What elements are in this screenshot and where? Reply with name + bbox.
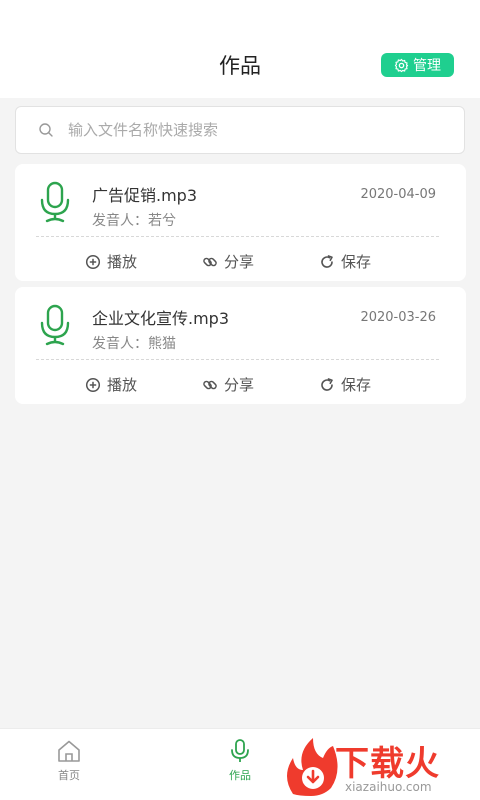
- link-icon: [203, 257, 217, 266]
- save-label: 保存: [341, 376, 372, 394]
- work-speaker: 发音人：若兮: [92, 213, 176, 229]
- header: 作品 管理: [0, 0, 480, 98]
- search-input[interactable]: [68, 121, 428, 139]
- share-label: 分享: [224, 376, 255, 394]
- manage-label: 管理: [413, 58, 441, 74]
- work-date: 2020-04-09: [360, 187, 436, 202]
- tab-works[interactable]: 作品: [210, 739, 270, 783]
- divider: [36, 236, 439, 237]
- work-card[interactable]: 企业文化宣传.mp3 2020-03-26 发音人：熊猫 播放 分享 保存: [15, 287, 466, 404]
- play-label: 播放: [107, 253, 138, 271]
- watermark-url: xiazaihuo.com: [345, 780, 432, 794]
- play-button[interactable]: 播放: [85, 251, 137, 272]
- work-card[interactable]: 广告促销.mp3 2020-04-09 发音人：若兮 播放 分享 保存: [15, 164, 466, 281]
- tab-home-label: 首页: [58, 769, 80, 782]
- tab-home[interactable]: 首页: [39, 739, 99, 783]
- share-label: 分享: [224, 253, 255, 271]
- watermark-logo: 下载火 xiazaihuo.com: [283, 736, 480, 800]
- work-name: 企业文化宣传.mp3: [92, 309, 230, 328]
- watermark-text: 下载火: [335, 744, 440, 784]
- divider: [36, 359, 439, 360]
- plus-circle-icon: [85, 377, 101, 392]
- work-name: 广告促销.mp3: [92, 186, 198, 205]
- work-speaker: 发音人：熊猫: [92, 336, 176, 352]
- play-label: 播放: [107, 376, 138, 394]
- save-button[interactable]: 保存: [319, 374, 371, 395]
- home-icon: [58, 740, 80, 762]
- plus-circle-icon: [85, 254, 101, 269]
- microphone-icon: [40, 181, 70, 223]
- flame-download-icon: [287, 738, 338, 796]
- share-button[interactable]: 分享: [202, 251, 254, 272]
- save-button[interactable]: 保存: [319, 251, 371, 272]
- share-button[interactable]: 分享: [202, 374, 254, 395]
- manage-button[interactable]: 管理: [381, 53, 454, 77]
- play-button[interactable]: 播放: [85, 374, 137, 395]
- search-icon: [39, 123, 53, 137]
- refresh-icon: [321, 377, 333, 391]
- refresh-icon: [321, 254, 333, 268]
- tab-works-label: 作品: [229, 769, 251, 782]
- microphone-icon: [231, 739, 249, 762]
- gear-icon: [394, 58, 409, 72]
- microphone-icon: [40, 304, 70, 346]
- search-bar: [15, 106, 465, 154]
- save-label: 保存: [341, 253, 372, 271]
- work-date: 2020-03-26: [360, 310, 436, 325]
- link-icon: [203, 380, 217, 389]
